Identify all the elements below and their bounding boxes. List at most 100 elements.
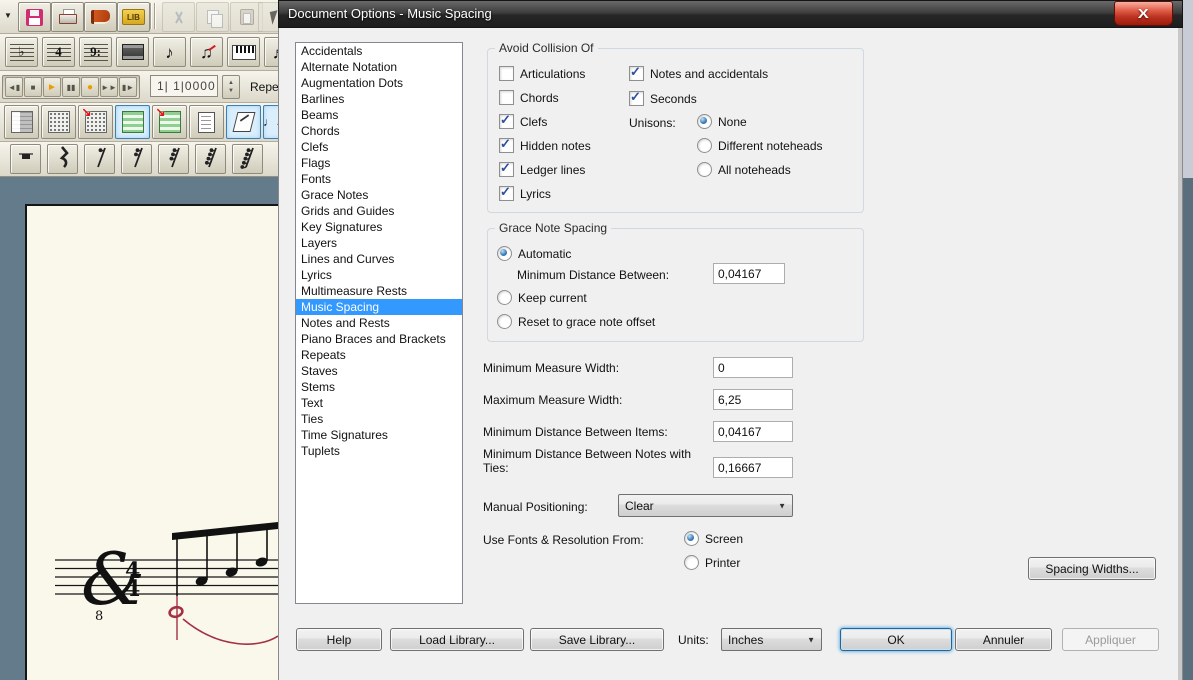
library-book-button[interactable] [84,2,117,32]
save-library-button[interactable]: Save Library... [530,628,664,651]
checkbox-hidden-notes[interactable]: Hidden notes [499,138,591,153]
manual-positioning-select[interactable]: Clear ▼ [618,494,793,517]
radio-button[interactable] [697,138,712,153]
radio-button[interactable] [497,290,512,305]
listbox-item-flags[interactable]: Flags [296,155,462,171]
listbox-item-chords[interactable]: Chords [296,123,462,139]
green-staff-tool-button[interactable] [115,105,150,139]
playback-counter[interactable]: 1| 1|0000 [150,75,218,97]
radio-different-noteheads[interactable]: Different noteheads [697,138,823,153]
page-lines-tool-button[interactable] [189,105,224,139]
listbox-item-fonts[interactable]: Fonts [296,171,462,187]
grace-note-tool-button[interactable]: ♫ [190,37,223,67]
load-library-button[interactable]: Load Library... [390,628,524,651]
checkbox-box[interactable] [499,138,514,153]
keyboard-tool-button[interactable] [227,37,260,67]
go-to-end-button[interactable]: ▮► [119,77,137,97]
listbox-item-time-signatures[interactable]: Time Signatures [296,427,462,443]
quarter-rest-button[interactable] [47,144,78,174]
listbox-item-notes-and-rests[interactable]: Notes and Rests [296,315,462,331]
checkbox-seconds[interactable]: Seconds [629,91,697,106]
go-to-beginning-button[interactable]: ◄▮ [5,77,23,97]
listbox-item-music-spacing[interactable]: Music Spacing [296,299,462,315]
spinner-up-icon[interactable]: ▲ [228,79,234,87]
chevron-down-icon[interactable]: ▼ [4,11,12,20]
radio-keep-current[interactable]: Keep current [497,290,587,305]
listbox-item-beams[interactable]: Beams [296,107,462,123]
checkbox-articulations[interactable]: Articulations [499,66,585,81]
radio-button[interactable] [684,531,699,546]
cancel-button[interactable]: Annuler [955,628,1052,651]
listbox-item-barlines[interactable]: Barlines [296,91,462,107]
checkbox-ledger-lines[interactable]: Ledger lines [499,162,585,177]
fast-forward-button[interactable]: ►► [100,77,118,97]
listbox-item-piano-braces-and-brackets[interactable]: Piano Braces and Brackets [296,331,462,347]
radio-automatic[interactable]: Automatic [497,246,571,261]
double-whole-rest-button[interactable] [10,144,41,174]
listbox-item-clefs[interactable]: Clefs [296,139,462,155]
checkbox-lyrics[interactable]: Lyrics [499,186,551,201]
help-button[interactable]: Help [296,628,382,651]
time-signature-tool-button[interactable]: 4 [42,37,75,67]
cut-button[interactable] [162,2,195,32]
checkbox-clefs[interactable]: Clefs [499,114,547,129]
checkbox-box[interactable] [499,114,514,129]
min-distance-between-field[interactable] [713,263,785,284]
listbox-item-accidentals[interactable]: Accidentals [296,43,462,59]
listbox-item-repeats[interactable]: Repeats [296,347,462,363]
listbox-item-multimeasure-rests[interactable]: Multimeasure Rests [296,283,462,299]
radio-button[interactable] [684,555,699,570]
counter-spinner[interactable]: ▲▼ [222,75,240,99]
sixteenth-rest-button[interactable] [121,144,152,174]
print-button[interactable] [51,2,84,32]
thirty-second-rest-button[interactable] [158,144,189,174]
checkbox-box[interactable] [499,162,514,177]
spinner-down-icon[interactable]: ▼ [228,87,234,95]
eighth-rest-button[interactable] [84,144,115,174]
listbox-item-ties[interactable]: Ties [296,411,462,427]
radio-screen[interactable]: Screen [684,531,743,546]
bass-clef-tool-button[interactable]: 9: [79,37,112,67]
measure-tool-button[interactable] [116,37,149,67]
field-minimum-distance-between-items[interactable] [713,421,793,442]
hundred-twenty-eighth-rest-button[interactable] [232,144,263,174]
eighth-note-tool-button[interactable]: ♪ [153,37,186,67]
library-folder-button[interactable]: LIB [117,2,150,32]
apply-button[interactable]: Appliquer [1062,628,1159,651]
pause-button[interactable]: ▮▮ [62,77,80,97]
units-select[interactable]: Inches ▼ [721,628,822,651]
radio-button[interactable] [697,114,712,129]
page-pen-tool-button[interactable] [226,105,261,139]
field-minimum-measure-width[interactable] [713,357,793,378]
save-button[interactable] [18,2,51,32]
listbox-item-layers[interactable]: Layers [296,235,462,251]
listbox-item-augmentation-dots[interactable]: Augmentation Dots [296,75,462,91]
listbox-item-staves[interactable]: Staves [296,363,462,379]
checkbox-box[interactable] [499,186,514,201]
listbox-item-grace-notes[interactable]: Grace Notes [296,187,462,203]
record-button[interactable]: ● [81,77,99,97]
radio-button[interactable] [697,162,712,177]
copy-button[interactable] [196,2,229,32]
green-staff-arrow-tool-button[interactable]: ↘ [152,105,187,139]
radio-button[interactable] [497,314,512,329]
radio-printer[interactable]: Printer [684,555,740,570]
radio-all-noteheads[interactable]: All noteheads [697,162,791,177]
checkbox-box[interactable] [499,90,514,105]
radio-none[interactable]: None [697,114,747,129]
listbox-item-grids-and-guides[interactable]: Grids and Guides [296,203,462,219]
field-maximum-measure-width[interactable] [713,389,793,410]
play-button[interactable]: ► [43,77,61,97]
listbox-item-stems[interactable]: Stems [296,379,462,395]
close-button[interactable]: X [1114,1,1173,26]
ok-button[interactable]: OK [840,628,952,651]
listbox-item-tuplets[interactable]: Tuplets [296,443,462,459]
spacing-widths-button[interactable]: Spacing Widths... [1028,557,1156,580]
stop-button[interactable]: ■ [24,77,42,97]
checkbox-box[interactable] [499,66,514,81]
listbox-item-alternate-notation[interactable]: Alternate Notation [296,59,462,75]
sixty-fourth-rest-button[interactable] [195,144,226,174]
radio-reset-to-grace-note-offset[interactable]: Reset to grace note offset [497,314,655,329]
listbox-item-text[interactable]: Text [296,395,462,411]
checkbox-box[interactable] [629,91,644,106]
